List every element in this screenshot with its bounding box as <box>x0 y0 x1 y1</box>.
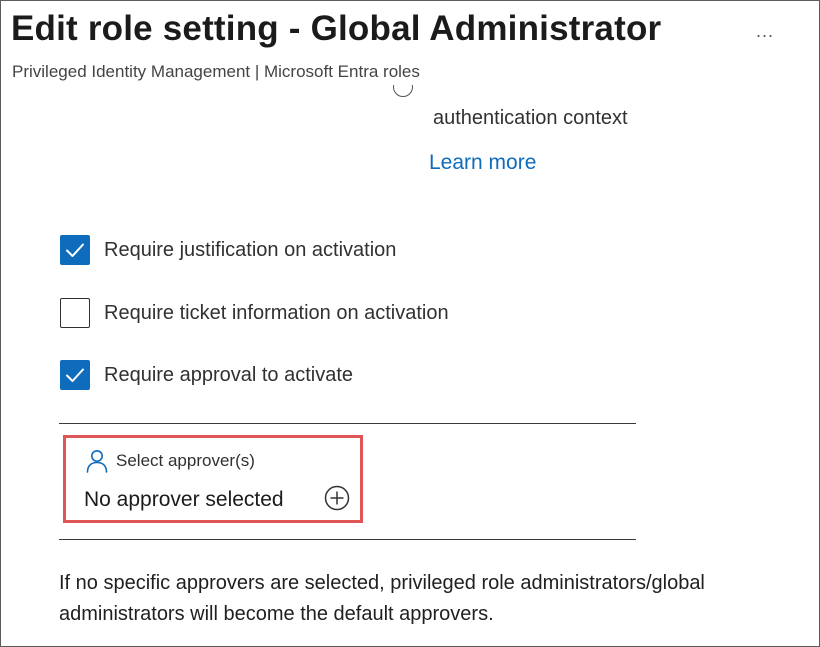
learn-more-link[interactable]: Learn more <box>429 151 536 175</box>
select-approvers-section: Select approver(s) No approver selected <box>63 435 363 523</box>
default-approvers-note: If no specific approvers are selected, p… <box>59 572 705 625</box>
require-ticket-checkbox[interactable] <box>60 298 90 328</box>
radio-button-partial[interactable] <box>393 85 415 101</box>
require-approval-checkbox[interactable] <box>60 360 90 390</box>
select-approvers-link[interactable]: Select approver(s) <box>86 449 255 473</box>
more-options-button[interactable]: ... <box>751 17 779 45</box>
no-approver-status: No approver selected <box>84 488 284 511</box>
radio-circle-icon <box>393 85 413 97</box>
select-approvers-label: Select approver(s) <box>116 451 255 470</box>
checkmark-icon <box>66 368 84 382</box>
page-title: Edit role setting - Global Administrator <box>11 9 662 48</box>
section-divider <box>59 423 636 424</box>
require-approval-label: Require approval to activate <box>104 363 354 386</box>
require-ticket-label: Require ticket information on activation <box>104 301 449 324</box>
require-ticket-option[interactable]: Require ticket information on activation <box>60 298 449 328</box>
person-icon <box>86 450 108 473</box>
section-divider <box>59 539 636 540</box>
breadcrumb-subtitle: Privileged Identity Management | Microso… <box>12 62 420 81</box>
authentication-context-label: authentication context <box>433 107 628 129</box>
add-circle-icon[interactable] <box>324 485 350 511</box>
window-frame: Edit role setting - Global Administrator… <box>0 0 820 647</box>
require-justification-label: Require justification on activation <box>104 238 397 261</box>
require-approval-option[interactable]: Require approval to activate <box>60 360 353 390</box>
require-justification-option[interactable]: Require justification on activation <box>60 235 396 265</box>
require-justification-checkbox[interactable] <box>60 235 90 265</box>
checkmark-icon <box>66 243 84 257</box>
